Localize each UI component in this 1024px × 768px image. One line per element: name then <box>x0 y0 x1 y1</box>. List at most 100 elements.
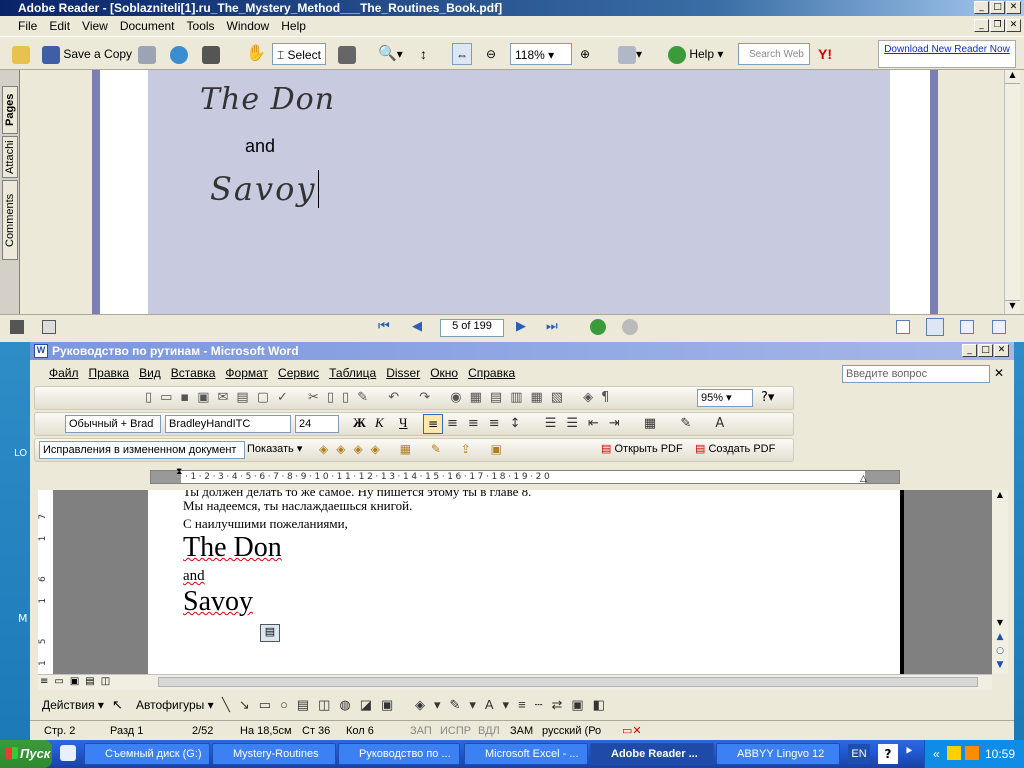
menu-edit[interactable]: Edit <box>43 19 76 33</box>
horizontal-ruler[interactable]: ·1·2·3·4·5·6·7·8·9·10·11·12·13·14·15·16·… <box>150 470 900 484</box>
fit-width-icon[interactable]: ⇔ <box>452 43 472 65</box>
size-select[interactable]: 24 <box>295 415 339 433</box>
review-icons[interactable]: ◈◈◈◈ ▦ ✎ ⇪ ▣ <box>319 442 510 456</box>
tab-attachments[interactable]: Attachi <box>2 136 18 178</box>
save-copy-button[interactable]: Save a Copy <box>42 43 132 65</box>
next-page-icon[interactable]: ▶ <box>516 319 526 334</box>
pdf-text-savoy[interactable]: Savoy <box>210 170 320 208</box>
word-close-button[interactable]: ✕ <box>994 344 1009 357</box>
hand-tool-icon[interactable]: ✋ <box>246 43 266 65</box>
pointer-icon[interactable]: ↖ <box>112 694 123 716</box>
body-line-3[interactable]: С наилучшими пожеланиями, <box>183 516 348 532</box>
page-number-field[interactable]: 5 of 199 <box>440 319 504 337</box>
task-word[interactable]: Руководство по ... <box>338 743 460 765</box>
page-info-icon[interactable] <box>42 320 56 334</box>
email-icon[interactable] <box>170 43 188 65</box>
task-adobe-reader[interactable]: Adobe Reader ... <box>590 743 714 765</box>
desktop-icon-label-2[interactable]: M <box>18 612 28 625</box>
word-zoom-select[interactable]: 95% ▾ <box>697 389 753 407</box>
view-buttons[interactable]: ≡▭▣▤◫ <box>40 676 116 687</box>
wmenu-edit[interactable]: Правка <box>84 366 135 380</box>
hscroll-thumb[interactable] <box>158 677 978 687</box>
font-select[interactable]: BradleyHandITC <box>165 415 291 433</box>
doc-text-and[interactable]: and <box>183 568 205 585</box>
last-page-icon[interactable]: ⏭ <box>546 319 558 334</box>
show-menu-button[interactable]: Показать ▾ <box>247 442 302 455</box>
reader-minimize-button[interactable]: _ <box>974 1 989 14</box>
wmenu-view[interactable]: Вид <box>134 366 166 380</box>
help-icon[interactable]: ?▾ <box>761 390 774 405</box>
scroll-up-icon[interactable]: ▲ <box>1005 70 1020 84</box>
doc-restore-button[interactable]: ❐ <box>990 19 1005 32</box>
align-icons[interactable]: ≡≡≡↕ ☰☰⇤⇥ ▦ ✎ A <box>447 416 734 431</box>
desktop-icon-label[interactable]: LO <box>14 448 27 459</box>
right-indent-icon[interactable]: △ <box>860 474 867 484</box>
search-binoculars-icon[interactable] <box>202 43 220 65</box>
wmenu-insert[interactable]: Вставка <box>166 366 221 380</box>
menu-help[interactable]: Help <box>275 19 312 33</box>
pdf-text-and[interactable]: and <box>245 136 275 157</box>
tray-expand-icon[interactable]: « <box>933 740 940 768</box>
reader-maximize-button[interactable]: □ <box>990 1 1005 14</box>
bold-button[interactable]: Ж <box>353 415 366 431</box>
wmenu-table[interactable]: Таблица <box>324 366 381 380</box>
print-icon[interactable] <box>138 43 156 65</box>
status-rec[interactable]: ЗАП <box>410 721 432 741</box>
wmenu-file[interactable]: Файл <box>44 366 84 380</box>
wmenu-service[interactable]: Сервис <box>273 366 324 380</box>
word-vertical-scrollbar[interactable]: ▲ ▼ ▲ ○ ▼ <box>992 490 1008 674</box>
body-line-2[interactable]: Мы надеемся, ты наслаждаешься книгой. <box>183 498 412 514</box>
menu-file[interactable]: File <box>0 19 43 33</box>
open-icon[interactable] <box>12 43 30 65</box>
style-select[interactable]: Обычный + Brad <box>65 415 161 433</box>
panel-icon[interactable] <box>10 320 24 334</box>
help-button[interactable]: Help ▾ <box>668 43 723 65</box>
word-title-bar[interactable]: Руководство по рутинам - Microsoft Word <box>30 342 1014 360</box>
status-ovr[interactable]: ЗАМ <box>510 721 533 741</box>
drawing-icons[interactable]: ╲↘▭○▤◫◍◪▣ ◈▾✎▾A▾≡┄⇄▣◧ <box>222 694 614 716</box>
standard-toolbar-icons[interactable]: ▯▭▪▣✉▤▢✓ ✂▯▯✎ ↶ ↷ ◉▦▤▥▦▧ ◈¶ <box>145 390 725 406</box>
reader-close-button[interactable]: ✕ <box>1006 1 1021 14</box>
tab-pages[interactable]: Pages <box>2 86 18 134</box>
zoom-in-icon[interactable]: ⊕ <box>580 43 590 65</box>
quicklaunch-ie-icon[interactable] <box>60 745 76 761</box>
back-icon[interactable] <box>590 319 606 335</box>
browse-object-icons[interactable]: ▲ ○ ▼ <box>992 630 1008 672</box>
tab-comments[interactable]: Comments <box>2 180 18 260</box>
word-page[interactable]: Ты должен делать то же самое. Ну пишется… <box>148 490 902 674</box>
download-reader-link[interactable]: Download New Reader Now <box>878 40 1016 68</box>
tray-arrow-icon[interactable]: ⯈ <box>904 744 914 759</box>
continuous-icon[interactable] <box>926 318 944 336</box>
track-changes-select[interactable]: Исправления в измененном документ <box>39 441 245 459</box>
snapshot-icon[interactable] <box>338 43 356 65</box>
wmenu-window[interactable]: Окно <box>425 366 463 380</box>
reader-title-bar[interactable]: Adobe Reader - [Soblazniteli[1].ru_The_M… <box>0 0 1024 16</box>
search-web-input[interactable]: Search Web <box>738 43 810 65</box>
word-horizontal-scrollbar[interactable]: ≡▭▣▤◫ <box>38 674 992 690</box>
menu-tools[interactable]: Tools <box>181 19 221 33</box>
tray-warning-icon[interactable] <box>947 746 961 760</box>
open-pdf-button[interactable]: ▤ Открыть PDF <box>601 442 683 455</box>
scroll-down-icon[interactable]: ▼ <box>1005 300 1020 314</box>
word-minimize-button[interactable]: _ <box>962 344 977 357</box>
first-page-icon[interactable]: ⏮ <box>378 319 390 334</box>
doc-close-button[interactable]: ✕ <box>1006 19 1021 32</box>
help-tray-icon[interactable]: ? <box>878 744 898 764</box>
forward-icon[interactable] <box>622 319 638 335</box>
language-indicator[interactable]: EN <box>848 744 870 764</box>
zoom-out-icon[interactable]: ⊖ <box>486 43 496 65</box>
paste-options-icon[interactable]: ▤ <box>260 624 280 642</box>
wmenu-disser[interactable]: Disser <box>381 366 425 380</box>
pdf-text-the-don[interactable]: The Don <box>200 82 335 117</box>
doc-text-savoy[interactable]: Savoy <box>183 586 253 618</box>
menu-view[interactable]: View <box>76 19 114 33</box>
clock[interactable]: 10:59 <box>985 740 1015 768</box>
doc-minimize-button[interactable]: _ <box>974 19 989 32</box>
continuous-facing-icon[interactable] <box>992 320 1006 334</box>
italic-button[interactable]: К <box>375 415 384 431</box>
fit-height-icon[interactable]: ↕ <box>420 43 427 65</box>
single-page-icon[interactable] <box>896 320 910 334</box>
word-app-icon[interactable]: W <box>34 344 48 358</box>
word-maximize-button[interactable]: □ <box>978 344 993 357</box>
select-tool-button[interactable]: ⌶ Select <box>272 43 326 65</box>
